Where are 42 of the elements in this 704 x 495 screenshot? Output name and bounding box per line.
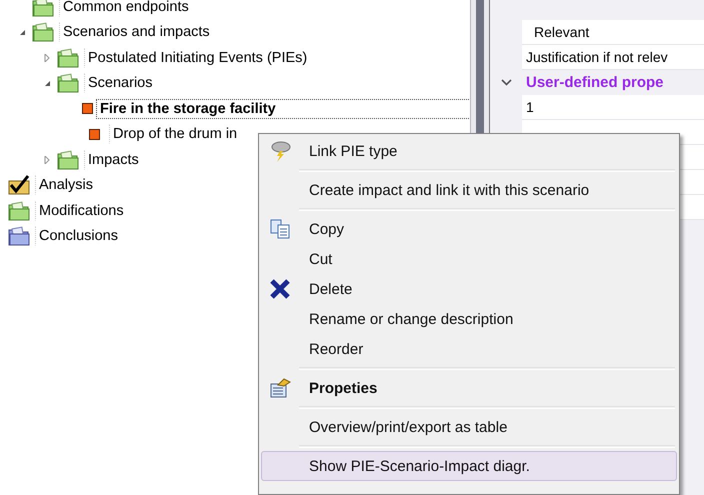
square-icon (82, 103, 93, 114)
tree-item[interactable]: Conclusions (35, 226, 122, 246)
expand-arrow-icon[interactable] (44, 54, 50, 62)
category-header[interactable]: User-defined prope (522, 70, 704, 94)
tree-item[interactable]: Modifications (35, 200, 128, 221)
tree-item[interactable]: Analysis (35, 175, 97, 196)
copy-icon (268, 218, 290, 240)
menu-item[interactable]: Reorder (261, 334, 677, 364)
folder-icon (8, 200, 30, 221)
menu-item[interactable]: Create impact and link it with this scenario (261, 175, 677, 205)
tree-item[interactable]: Scenarios and impacts (59, 22, 214, 42)
folder-icon (32, 0, 54, 17)
tree-item[interactable]: Drop of the drum in (109, 124, 242, 144)
tree-item[interactable]: Impacts (84, 150, 143, 170)
menu-item[interactable]: Link PIE type (261, 136, 677, 166)
menu-item[interactable]: Propeties (261, 373, 677, 403)
properties-icon (268, 377, 290, 399)
checked-folder-icon (8, 175, 32, 196)
menu-item[interactable]: Rename or change description (261, 304, 677, 334)
tree-item[interactable]: Scenarios (84, 73, 156, 94)
property-name[interactable]: Relevant (522, 20, 704, 45)
tree-item[interactable]: Postulated Initiating Events (PIEs) (84, 48, 312, 68)
collapse-chevron-icon[interactable] (500, 79, 512, 86)
menu-item[interactable]: Copy (261, 214, 677, 244)
tree-item[interactable]: Common endpoints (59, 0, 193, 17)
menu-item[interactable]: Overview/print/export as table (261, 412, 677, 442)
folder-icon (8, 226, 30, 246)
property-name[interactable]: Justification if not relev (522, 45, 704, 70)
property-name[interactable]: 1 (522, 95, 704, 120)
folder-icon (32, 22, 54, 42)
menu-item[interactable]: Show PIE-Scenario-Impact diagr. (261, 451, 677, 481)
storm-cloud-icon (268, 140, 290, 162)
menu-item[interactable]: Delete (261, 274, 677, 304)
expand-arrow-icon[interactable] (44, 156, 50, 164)
folder-icon (57, 73, 79, 94)
square-icon (88, 128, 100, 140)
folder-icon (57, 150, 79, 170)
collapse-arrow-icon[interactable] (18, 28, 26, 36)
folder-icon (57, 48, 79, 68)
menu-item[interactable]: Cut (261, 244, 677, 274)
delete-icon (268, 278, 290, 300)
collapse-arrow-icon[interactable] (44, 80, 50, 87)
